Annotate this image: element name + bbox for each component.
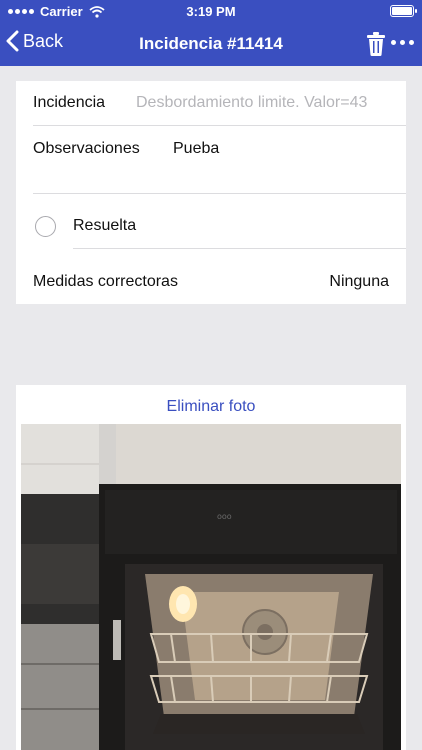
battery-icon — [390, 5, 417, 17]
oven-photo[interactable]: ooo — [21, 424, 401, 750]
status-time: 3:19 PM — [186, 4, 236, 19]
medidas-label: Medidas correctoras — [33, 273, 178, 290]
navigation-bar: Back Incidencia #11414 — [0, 22, 422, 66]
medidas-row[interactable]: Medidas correctoras Ninguna — [16, 249, 406, 304]
page-title: Incidencia #11414 — [139, 34, 283, 53]
photo-card: Eliminar foto ooo — [16, 385, 406, 750]
observaciones-field[interactable]: Pueba — [173, 140, 219, 158]
incidencia-field[interactable]: Desbordamiento limite. Valor=43 — [136, 94, 392, 112]
resuelta-row[interactable]: Resuelta — [16, 194, 406, 249]
more-icon[interactable] — [391, 40, 414, 45]
medidas-value[interactable]: Ninguna — [329, 273, 389, 291]
svg-text:ooo: ooo — [217, 512, 232, 521]
incident-form: Incidencia Desbordamiento limite. Valor=… — [16, 81, 406, 304]
incidencia-label: Incidencia — [33, 94, 106, 111]
observaciones-row[interactable]: Observaciones Pueba — [16, 126, 406, 194]
status-bar: Carrier 3:19 PM — [0, 0, 422, 22]
trash-icon[interactable] — [366, 31, 386, 57]
incidencia-row[interactable]: Incidencia Desbordamiento limite. Valor=… — [16, 81, 406, 126]
observaciones-label: Observaciones — [33, 140, 140, 157]
resuelta-radio[interactable] — [35, 216, 56, 237]
resuelta-label: Resuelta — [73, 217, 137, 234]
oven-image: ooo — [21, 424, 401, 750]
delete-photo-button[interactable]: Eliminar foto — [16, 398, 406, 416]
